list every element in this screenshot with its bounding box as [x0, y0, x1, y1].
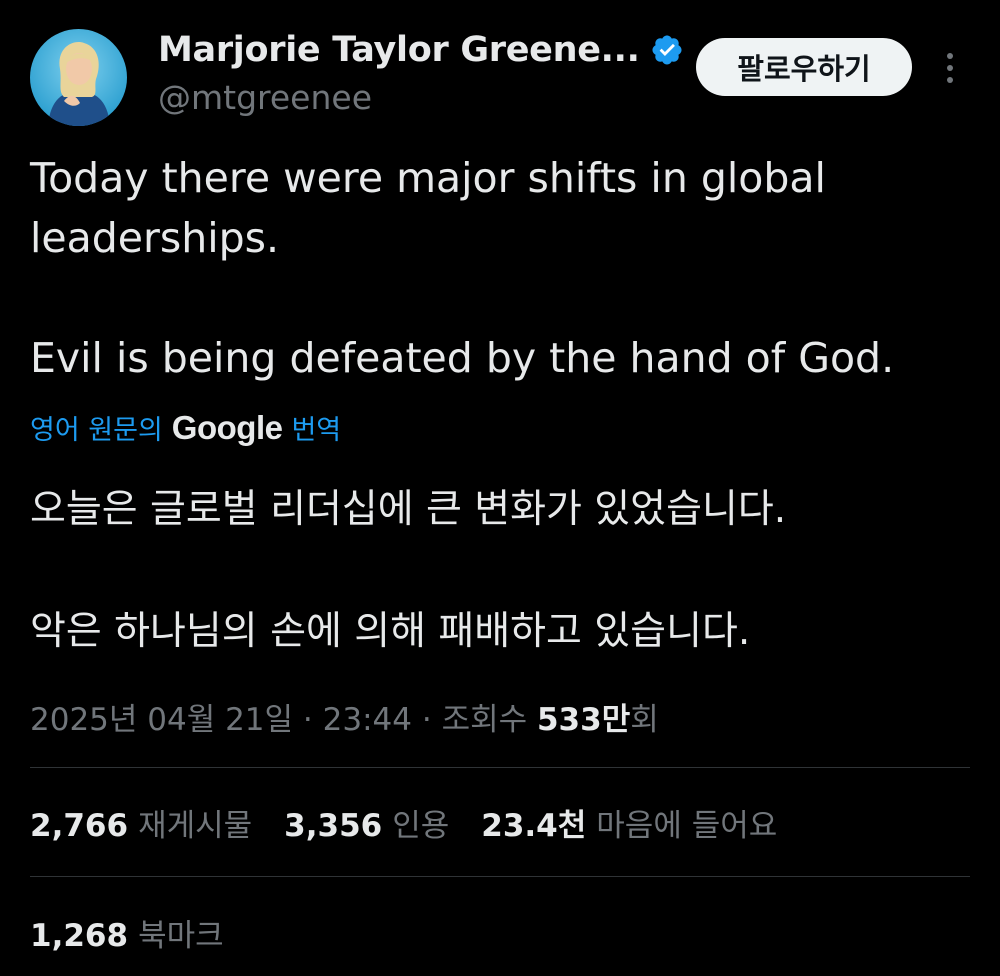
views-suffix: 회: [630, 702, 659, 738]
likes-count: 23.4천: [481, 808, 587, 844]
tweet-time[interactable]: 23:44: [323, 702, 412, 738]
bookmarks-count: 1,268: [30, 918, 129, 954]
meta-separator: ·: [421, 702, 432, 738]
views-label: 조회수: [441, 702, 528, 738]
tweet-detail: Marjorie Taylor Greene... @mtgreenee 팔로우…: [0, 0, 1000, 976]
translated-paragraph: 오늘은 글로벌 리더십에 큰 변화가 있었습니다.: [30, 487, 787, 532]
author-handle[interactable]: @mtgreenee: [158, 78, 372, 117]
tweet-text: Today there were major shifts in global …: [30, 148, 970, 388]
translated-text: 오늘은 글로벌 리더십에 큰 변화가 있었습니다. 악은 하나님의 손에 의해 …: [30, 478, 970, 664]
divider: [30, 876, 970, 877]
quotes-label: 인용: [392, 808, 450, 844]
translation-prefix: 영어 원문의: [30, 415, 163, 446]
meta-separator: ·: [302, 702, 313, 738]
divider: [30, 767, 970, 768]
views-count: 533만: [536, 702, 631, 738]
reposts-count: 2,766: [30, 808, 129, 844]
tweet-date[interactable]: 2025년 04월 21일: [30, 702, 293, 738]
tweet-paragraph: Evil is being defeated by the hand of Go…: [30, 334, 895, 382]
translation-suffix: 번역: [291, 415, 342, 446]
verified-badge-icon[interactable]: [650, 33, 684, 67]
translation-attribution[interactable]: 영어 원문의 Google 번역: [30, 408, 341, 447]
more-vertical-icon[interactable]: [940, 48, 960, 88]
bookmarks-stat[interactable]: 1,268 북마크: [30, 910, 224, 955]
avatar[interactable]: [30, 29, 127, 126]
tweet-paragraph: Today there were major shifts in global …: [30, 154, 826, 262]
reposts-stat[interactable]: 2,766 재게시물: [30, 800, 252, 845]
google-logo: Google: [171, 408, 283, 446]
avatar-photo: [30, 29, 127, 126]
tweet-meta: 2025년 04월 21일 · 23:44 · 조회수 533만회: [30, 694, 659, 739]
quotes-stat[interactable]: 3,356 인용: [284, 800, 449, 845]
likes-stat[interactable]: 23.4천 마음에 들어요: [481, 800, 777, 845]
likes-label: 마음에 들어요: [596, 808, 778, 844]
translated-paragraph: 악은 하나님의 손에 의해 패배하고 있습니다.: [30, 609, 751, 654]
reposts-label: 재게시물: [138, 808, 253, 844]
engagement-stats: 2,766 재게시물 3,356 인용 23.4천 마음에 들어요: [30, 800, 777, 845]
author-display-name[interactable]: Marjorie Taylor Greene...: [158, 30, 640, 70]
follow-button[interactable]: 팔로우하기: [696, 38, 912, 96]
author-name-row[interactable]: Marjorie Taylor Greene...: [158, 30, 684, 70]
quotes-count: 3,356: [284, 808, 383, 844]
bookmarks-label: 북마크: [138, 918, 224, 954]
